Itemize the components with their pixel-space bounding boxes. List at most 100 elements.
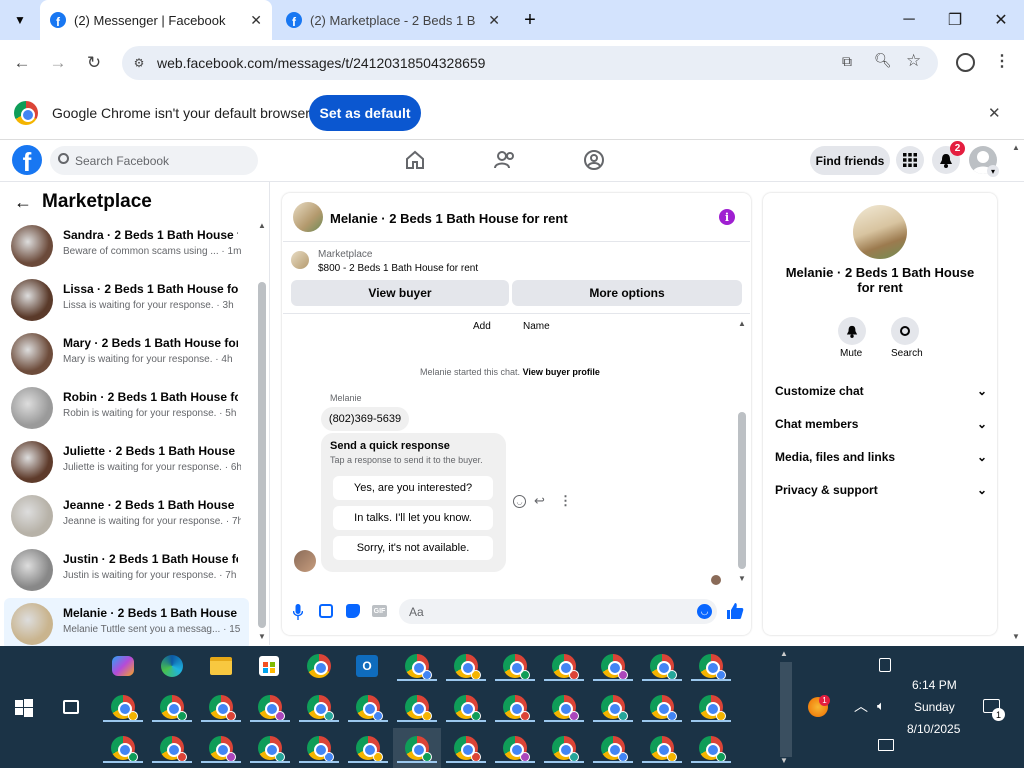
details-avatar[interactable] — [853, 205, 907, 259]
close-infobar-icon[interactable]: ✕ — [988, 104, 1001, 122]
chrome-profile-icon[interactable] — [111, 736, 138, 762]
thread-item[interactable]: Robin · 2 Beds 1 Bath House for... Robin … — [4, 382, 249, 434]
listing-thumbnail[interactable] — [291, 251, 309, 269]
thread-item[interactable]: Melanie · 2 Beds 1 Bath House f... Melani… — [4, 598, 249, 650]
new-tab-button[interactable]: + — [518, 8, 542, 32]
search-in-chat-button[interactable] — [891, 317, 919, 345]
phone-link-icon[interactable] — [879, 658, 891, 672]
chrome-profile-icon[interactable] — [307, 736, 334, 762]
page-scroll-up-icon[interactable]: ▲ — [1012, 143, 1020, 152]
chrome-profile-icon[interactable] — [552, 736, 579, 762]
outlook-icon[interactable]: O — [356, 655, 378, 677]
media-files-links-row[interactable]: Media, files and links ⌄ — [775, 450, 987, 464]
thread-item[interactable]: Sandra · 2 Beds 1 Bath House fo... Beware… — [4, 220, 249, 272]
close-tab-icon[interactable]: ✕ — [250, 12, 262, 29]
url-text[interactable]: web.facebook.com/messages/t/241203185043… — [157, 55, 485, 71]
react-emoji-icon[interactable]: ◡ — [513, 495, 526, 508]
taskbar-scroll-up-icon[interactable]: ▲ — [780, 649, 788, 658]
back-arrow-icon[interactable]: ← — [14, 192, 32, 213]
chrome-profile-icon[interactable] — [356, 736, 383, 762]
chrome-profile-icon[interactable] — [160, 695, 187, 721]
install-app-icon[interactable]: ⧉ — [842, 53, 862, 73]
chrome-profile-icon[interactable] — [503, 695, 530, 721]
thread-item[interactable]: Mary · 2 Beds 1 Bath House for ... Mary i… — [4, 328, 249, 380]
forward-button[interactable]: → — [44, 50, 72, 76]
chrome-profile-icon[interactable] — [454, 736, 481, 762]
chrome-profile-icon[interactable] — [405, 695, 432, 721]
attach-photo-icon[interactable] — [319, 604, 333, 618]
more-options-button[interactable]: More options — [512, 280, 742, 306]
minimize-button[interactable]: ─ — [886, 0, 932, 40]
chrome-profile-icon[interactable] — [699, 736, 726, 762]
chat-header-avatar[interactable] — [293, 202, 323, 232]
facebook-search-input[interactable]: Search Facebook — [50, 146, 258, 175]
view-buyer-profile-link[interactable]: View buyer profile — [523, 367, 600, 377]
chrome-profile-icon[interactable] — [650, 695, 677, 721]
facebook-logo-icon[interactable]: f — [12, 145, 42, 175]
chrome-profile-icon[interactable] — [601, 654, 628, 680]
reply-icon[interactable]: ↩ — [534, 493, 545, 509]
tab-marketplace[interactable]: f (2) Marketplace - 2 Beds 1 Bath ✕ — [276, 0, 510, 40]
zoom-icon[interactable]: 🔍︎ — [874, 52, 894, 72]
quick-reply-yes[interactable]: Yes, are you interested? — [333, 476, 493, 500]
chat-scrollbar[interactable] — [738, 412, 746, 569]
chrome-profile-icon[interactable] — [454, 654, 481, 680]
set-as-default-button[interactable]: Set as default — [309, 95, 421, 131]
tab-messenger[interactable]: f (2) Messenger | Facebook ✕ — [40, 0, 272, 40]
chrome-profile-icon[interactable] — [552, 695, 579, 721]
friends-icon[interactable] — [494, 150, 516, 170]
account-chevron-icon[interactable]: ▾ — [987, 165, 999, 177]
gif-icon[interactable]: GIF — [372, 605, 387, 617]
chrome-profile-icon[interactable] — [258, 695, 285, 721]
groups-icon[interactable] — [583, 149, 605, 171]
chrome-profile-icon[interactable] — [650, 654, 677, 680]
listing-line[interactable]: $800 - 2 Beds 1 Bath House for rent — [318, 263, 478, 274]
bookmark-star-icon[interactable]: ☆ — [906, 51, 926, 71]
quick-reply-in-talks[interactable]: In talks. I'll let you know. — [333, 506, 493, 530]
profile-icon[interactable] — [956, 53, 975, 72]
sticker-icon[interactable] — [346, 604, 360, 618]
clock-day[interactable]: Sunday — [914, 700, 955, 714]
site-info-icon[interactable]: ⚙ — [128, 52, 150, 74]
chrome-profile-icon[interactable] — [209, 736, 236, 762]
chat-info-icon[interactable]: i — [719, 209, 735, 225]
quick-reply-not-available[interactable]: Sorry, it's not available. — [333, 536, 493, 560]
chrome-profile-icon[interactable] — [454, 695, 481, 721]
thread-item[interactable]: Lissa · 2 Beds 1 Bath House for r... Liss… — [4, 274, 249, 326]
chrome-profile-icon[interactable] — [699, 654, 726, 680]
privacy-support-row[interactable]: Privacy & support ⌄ — [775, 483, 987, 497]
network-icon[interactable] — [878, 739, 894, 751]
taskbar-scrollbar[interactable] — [780, 662, 792, 757]
tab-search-button[interactable]: ▼ — [8, 8, 32, 32]
chrome-profile-icon[interactable] — [552, 654, 579, 680]
chat-scroll-up-icon[interactable]: ▲ — [738, 319, 746, 328]
copilot-icon[interactable] — [112, 656, 134, 676]
edge-icon[interactable] — [161, 655, 183, 677]
chrome-profile-icon[interactable] — [356, 695, 383, 721]
message-input[interactable]: Aa — [399, 599, 717, 624]
thumbs-up-icon[interactable] — [726, 602, 744, 620]
sender-avatar[interactable] — [294, 550, 316, 572]
show-hidden-icons-chevron-icon[interactable]: ︿ — [854, 696, 868, 716]
volume-icon[interactable]: 🔈︎ — [877, 698, 885, 714]
start-button[interactable] — [15, 699, 33, 717]
file-explorer-icon[interactable] — [210, 657, 232, 675]
message-more-icon[interactable]: ⋮ — [559, 493, 572, 509]
chrome-profile-icon[interactable] — [258, 736, 285, 762]
home-icon[interactable] — [404, 150, 426, 170]
chrome-profile-icon[interactable] — [307, 695, 334, 721]
thread-scroll-down-icon[interactable]: ▼ — [258, 632, 266, 641]
clock-date[interactable]: 8/10/2025 — [907, 722, 960, 736]
view-buyer-button[interactable]: View buyer — [291, 280, 509, 306]
chrome-taskbar-icon[interactable] — [307, 654, 331, 678]
chrome-profile-icon[interactable] — [405, 654, 432, 680]
page-scroll-down-icon[interactable]: ▼ — [1012, 632, 1020, 641]
close-window-button[interactable]: ✕ — [978, 0, 1024, 40]
thread-item[interactable]: Justin · 2 Beds 1 Bath House for... Justi… — [4, 544, 249, 596]
taskbar-scroll-down-icon[interactable]: ▼ — [780, 756, 788, 765]
chat-scroll-down-icon[interactable]: ▼ — [738, 574, 746, 583]
customize-chat-row[interactable]: Customize chat ⌄ — [775, 384, 987, 398]
find-friends-button[interactable]: Find friends — [810, 146, 890, 175]
back-button[interactable]: ← — [8, 50, 36, 76]
chrome-menu-icon[interactable]: ⋮ — [994, 51, 1010, 73]
